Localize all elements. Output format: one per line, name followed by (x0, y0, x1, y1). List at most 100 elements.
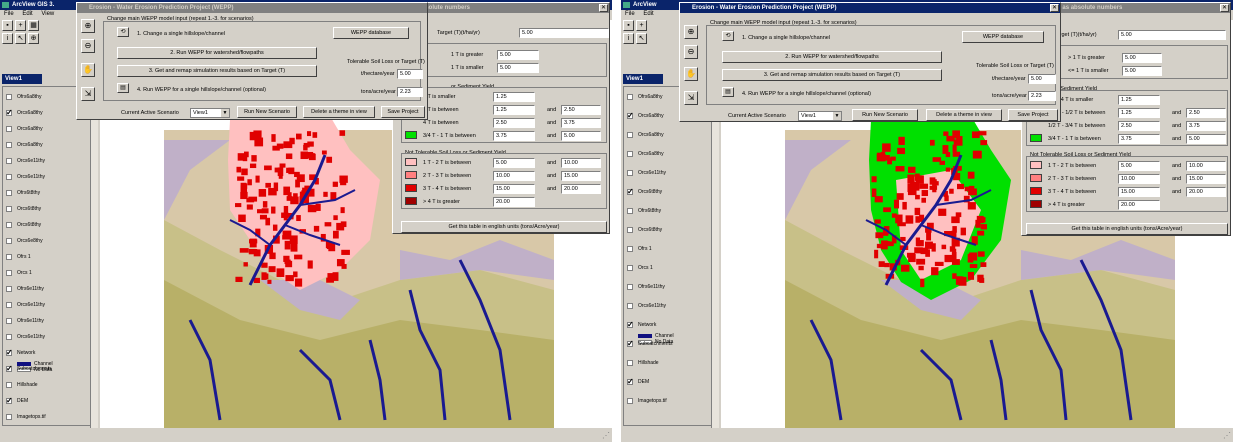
class-color-swatch[interactable] (1030, 174, 1042, 182)
layer-checkbox[interactable] (6, 347, 13, 359)
layer-checkbox[interactable] (6, 285, 12, 292)
toc-layer[interactable]: Ofrs6t8thy (627, 205, 661, 217)
layer-checkbox[interactable] (627, 302, 633, 309)
zoom-in-icon[interactable]: ⊕ (81, 19, 95, 33)
class-color-swatch[interactable] (405, 131, 417, 139)
toc-layer[interactable]: Orcs6t8thy (627, 186, 662, 198)
layer-checkbox[interactable] (6, 173, 12, 180)
menu-view[interactable]: View (41, 11, 54, 17)
toc-layer[interactable]: Orcs6t8thy (6, 203, 41, 215)
class-min-input[interactable]: 1.25 (1118, 108, 1160, 118)
class-max-input[interactable]: 20.00 (1186, 187, 1226, 197)
english-units-button[interactable]: Get this table in english units (tons/Ac… (401, 221, 607, 233)
t-acre-input[interactable]: 2.23 (1028, 91, 1056, 101)
measure-icon[interactable]: ⇲ (684, 91, 698, 105)
menu-file[interactable]: File (4, 11, 14, 17)
class-max-input[interactable]: 3.75 (1186, 121, 1226, 131)
layer-checkbox[interactable] (627, 264, 633, 271)
class-color-swatch[interactable] (405, 184, 417, 192)
toc-layer[interactable]: Orcs6a8thy (627, 148, 664, 160)
zoom-icon[interactable]: ⊕ (28, 33, 39, 44)
layer-checkbox[interactable] (6, 381, 12, 388)
scenario-select[interactable]: View1 (798, 111, 842, 121)
toc-layer[interactable]: Imagetops.tif (627, 395, 667, 407)
pointer-icon[interactable]: ↖ (636, 33, 647, 44)
toc-layer[interactable]: Orcs6e11thy (627, 167, 666, 179)
class-color-swatch[interactable] (1030, 187, 1042, 195)
layer-checkbox[interactable] (6, 395, 13, 407)
layer-checkbox[interactable] (627, 283, 633, 290)
layer-checkbox[interactable] (627, 110, 634, 122)
delete-theme-button[interactable]: Delete a theme in view (303, 106, 375, 118)
scenario-select[interactable]: View1 (190, 108, 230, 118)
toc-layer[interactable]: Orcs6e11thy (627, 300, 666, 312)
class-color-swatch[interactable] (1030, 134, 1042, 142)
toc-layer[interactable]: Orcs 1 (627, 262, 653, 274)
class-min-input[interactable]: 20.00 (493, 197, 535, 207)
target-input[interactable]: 5.00 (519, 28, 609, 38)
class-max-input[interactable]: 15.00 (561, 171, 601, 181)
layer-checkbox[interactable] (6, 189, 12, 196)
get-remap-results-button[interactable]: 3. Get and remap simulation results base… (722, 69, 942, 81)
layer-checkbox[interactable] (6, 141, 12, 148)
class-max-input[interactable]: 10.00 (561, 158, 601, 168)
run-new-scenario-button[interactable]: Run New Scenario (852, 109, 918, 121)
layer-checkbox[interactable] (6, 413, 12, 420)
class-min-input[interactable]: 15.00 (1118, 187, 1160, 197)
info-icon[interactable]: i (2, 33, 13, 44)
layer-checkbox[interactable] (627, 150, 633, 157)
class-min-input[interactable]: 1.25 (1118, 95, 1160, 105)
close-icon[interactable]: ✕ (1220, 4, 1229, 12)
run-wepp-watershed-button[interactable]: 2. Run WEPP for watershed/flowpaths (722, 51, 942, 63)
class-max-input[interactable]: 10.00 (1186, 161, 1226, 171)
info-icon[interactable]: i (623, 33, 634, 44)
menu-edit[interactable]: Edit (22, 11, 32, 17)
hillslope-icon[interactable]: ⟲ (117, 27, 129, 37)
run-new-scenario-button[interactable]: Run New Scenario (237, 106, 297, 118)
single-run-icon[interactable]: ▤ (722, 87, 734, 97)
layer-checkbox[interactable] (627, 226, 633, 233)
view-title[interactable]: View1 (623, 74, 663, 84)
t-hectare-input[interactable]: 5.00 (1028, 74, 1056, 84)
toc-layer[interactable]: Orcs6e11thy (6, 331, 45, 343)
toc-layer[interactable]: Orcs6a8thy (627, 129, 664, 141)
class-max-input[interactable]: 2.50 (1186, 108, 1226, 118)
toc-layer[interactable]: Ofrs6a8thy (6, 91, 41, 103)
toc-layer[interactable]: Imagetops.tif (6, 411, 46, 423)
toc-layer[interactable]: Orcs6a8thy (6, 139, 43, 151)
toc-layer[interactable]: Orcs6t8thy (627, 224, 662, 236)
pan-icon[interactable]: ✋ (81, 63, 95, 77)
toc-layer[interactable]: Hillshade (627, 357, 659, 369)
wepp-database-button[interactable]: WEPP database (962, 31, 1044, 43)
zoom-out-icon[interactable]: ⊖ (81, 39, 95, 53)
toc-layer[interactable]: Orcs6e11thy (6, 155, 45, 167)
toc-layer[interactable]: Subcatchments (627, 338, 672, 350)
layer-checkbox[interactable] (6, 301, 12, 308)
toc-layer[interactable]: Hillshade (6, 379, 38, 391)
class-min-input[interactable]: 20.00 (1118, 200, 1160, 210)
layer-checkbox[interactable] (6, 205, 12, 212)
layer-checkbox[interactable] (6, 269, 12, 276)
layer-checkbox[interactable] (627, 207, 633, 214)
pan-icon[interactable]: ✋ (684, 67, 698, 81)
class-max-input[interactable]: 15.00 (1186, 174, 1226, 184)
toc-layer[interactable]: Orcs6a8thy (6, 107, 43, 119)
layer-checkbox[interactable] (6, 237, 12, 244)
layer-checkbox[interactable] (627, 186, 634, 198)
class-min-input[interactable]: 10.00 (493, 171, 535, 181)
toc-layer[interactable]: Orcs6a8thy (6, 123, 43, 135)
save-project-button[interactable]: Save Project (1008, 109, 1058, 121)
layer-checkbox[interactable] (6, 125, 12, 132)
class-min-input[interactable]: 3.75 (493, 131, 535, 141)
class-min-input[interactable]: 5.00 (1118, 161, 1160, 171)
toc-layer[interactable]: Orcs6e11thy (6, 171, 45, 183)
layer-checkbox[interactable] (627, 397, 633, 404)
toc-layer[interactable]: Orcs6a8thy (627, 110, 664, 122)
get-remap-results-button[interactable]: 3. Get and remap simulation results base… (117, 65, 317, 77)
greater-input[interactable]: 5.00 (497, 50, 539, 60)
class-color-swatch[interactable] (1030, 200, 1042, 208)
layer-checkbox[interactable] (627, 93, 633, 100)
toc-layer[interactable]: Orcs6e11thy (6, 299, 45, 311)
layer-checkbox[interactable] (627, 359, 633, 366)
smaller-input[interactable]: 5.00 (497, 63, 539, 73)
